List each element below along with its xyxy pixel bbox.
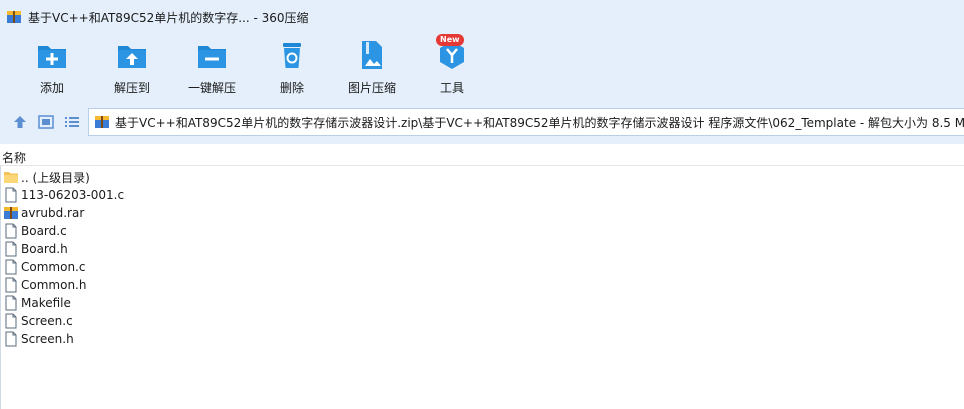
thumbnail-view-icon[interactable] bbox=[38, 114, 54, 130]
list-item[interactable]: Board.c bbox=[0, 222, 964, 240]
list-item[interactable]: avrubd.rar bbox=[0, 204, 964, 222]
tools-label: 工具 bbox=[439, 81, 464, 95]
one-click-extract-button[interactable]: 一键解压 bbox=[176, 38, 248, 98]
document-icon bbox=[5, 223, 17, 239]
path-text: 基于VC++和AT89C52单片机的数字存储示波器设计.zip\基于VC++和A… bbox=[115, 115, 964, 130]
document-icon bbox=[5, 241, 17, 257]
list-item[interactable]: Makefile bbox=[0, 294, 964, 312]
path-field[interactable]: 基于VC++和AT89C52单片机的数字存储示波器设计.zip\基于VC++和A… bbox=[88, 108, 964, 136]
add-icon bbox=[38, 46, 66, 68]
new-badge: New bbox=[436, 34, 464, 46]
up-arrow-icon[interactable] bbox=[12, 114, 28, 130]
file-name: Screen.h bbox=[21, 332, 74, 346]
one-click-extract-label: 一键解压 bbox=[187, 81, 236, 95]
window-title: 基于VC++和AT89C52单片机的数字存... - 360压缩 bbox=[28, 10, 309, 25]
extract-to-button[interactable]: 解压到 bbox=[96, 38, 168, 98]
file-name: 113-06203-001.c bbox=[21, 188, 125, 202]
tools-button[interactable]: New 工具 bbox=[416, 34, 488, 98]
image-compress-label: 图片压缩 bbox=[347, 81, 396, 95]
zip-file-icon bbox=[95, 116, 109, 128]
document-icon bbox=[5, 187, 17, 203]
archive-icon bbox=[7, 11, 21, 23]
list-item[interactable]: Board.h bbox=[0, 240, 964, 258]
delete-label: 删除 bbox=[279, 81, 304, 95]
add-button[interactable]: 添加 bbox=[16, 38, 88, 98]
title-bar: 基于VC++和AT89C52单片机的数字存... - 360压缩 bbox=[0, 0, 964, 34]
document-icon bbox=[5, 313, 17, 329]
document-icon bbox=[5, 259, 17, 275]
list-item[interactable]: Screen.c bbox=[0, 312, 964, 330]
list-item[interactable]: Screen.h bbox=[0, 330, 964, 348]
rar-archive-icon bbox=[4, 207, 18, 219]
delete-button[interactable]: 删除 bbox=[256, 38, 328, 98]
folder-icon bbox=[4, 172, 18, 183]
image-compress-icon bbox=[362, 41, 382, 69]
file-name: Board.c bbox=[21, 224, 67, 238]
extract-to-icon bbox=[118, 46, 146, 68]
list-item-parent-folder[interactable]: .. (上级目录) bbox=[0, 168, 964, 186]
document-icon bbox=[5, 331, 17, 347]
list-item[interactable]: Common.c bbox=[0, 258, 964, 276]
list-item[interactable]: Common.h bbox=[0, 276, 964, 294]
one-click-extract-icon bbox=[198, 46, 226, 68]
column-header-name[interactable]: 名称 bbox=[2, 149, 26, 166]
file-name: Board.h bbox=[21, 242, 68, 256]
file-name: avrubd.rar bbox=[21, 206, 85, 220]
document-icon bbox=[5, 277, 17, 293]
file-name: Common.c bbox=[21, 260, 86, 274]
address-bar: 基于VC++和AT89C52单片机的数字存储示波器设计.zip\基于VC++和A… bbox=[0, 100, 964, 144]
add-label: 添加 bbox=[39, 81, 64, 95]
list-view-icon[interactable] bbox=[64, 114, 80, 130]
document-icon bbox=[5, 295, 17, 311]
file-name: Screen.c bbox=[21, 314, 73, 328]
toolbar: 添加 解压到 一键解压 删除 图片压缩 New 工具 bbox=[0, 34, 964, 100]
file-name: Makefile bbox=[21, 296, 71, 310]
file-name: .. (上级目录) bbox=[21, 170, 90, 185]
list-header: 名称 bbox=[0, 148, 964, 166]
file-name: Common.h bbox=[21, 278, 87, 292]
delete-icon bbox=[283, 43, 301, 68]
extract-to-label: 解压到 bbox=[113, 81, 150, 95]
file-list: .. (上级目录) 113-06203-001.c avrubd.rar Boa… bbox=[0, 168, 964, 348]
image-compress-button[interactable]: 图片压缩 bbox=[336, 38, 408, 98]
list-item[interactable]: 113-06203-001.c bbox=[0, 186, 964, 204]
